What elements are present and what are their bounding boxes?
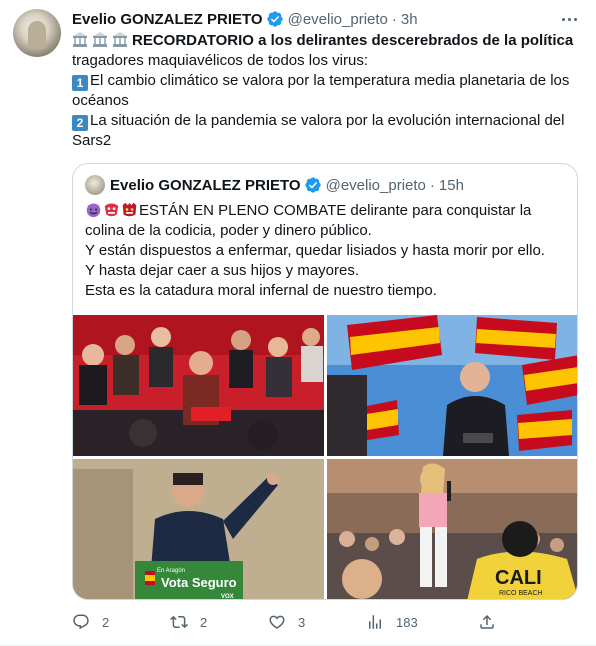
photo-crowd-stage[interactable]: CALI RICO BEACH bbox=[327, 459, 577, 599]
separator: · bbox=[429, 176, 435, 194]
verified-badge-icon bbox=[266, 11, 283, 27]
quoted-text: ESTÁN EN PLENO COMBATE delirante para co… bbox=[85, 201, 565, 301]
share-icon bbox=[480, 614, 494, 629]
classical-building-icon bbox=[93, 32, 107, 47]
quoted-header: Evelio GONZALEZ PRIETO @evelio_prieto · … bbox=[85, 175, 464, 195]
share-button[interactable] bbox=[478, 612, 508, 632]
retweet-count: 2 bbox=[200, 614, 208, 630]
photo-grid: En Aragón Vota Seguro VOX CALI RICO BEAC… bbox=[73, 315, 577, 600]
tweet-header: Evelio GONZALEZ PRIETO @evelio_prieto · … bbox=[72, 9, 418, 29]
smiling-devil-icon bbox=[86, 203, 101, 218]
keycap-1-icon: 1 bbox=[72, 75, 88, 91]
retweet-icon bbox=[170, 615, 188, 629]
classical-building-icon bbox=[113, 32, 127, 47]
reply-button[interactable]: 2 bbox=[72, 612, 109, 632]
more-options-icon[interactable] bbox=[558, 9, 580, 29]
classical-building-icon bbox=[73, 32, 87, 47]
keycap-2-icon: 2 bbox=[72, 115, 88, 131]
tweet[interactable]: Evelio GONZALEZ PRIETO @evelio_prieto · … bbox=[0, 0, 596, 646]
photo-vox-speaker[interactable]: En Aragón Vota Seguro VOX bbox=[73, 459, 324, 600]
ogre-mask-icon bbox=[122, 202, 137, 217]
views-count: 183 bbox=[396, 614, 418, 630]
tweet-line-1: RECORDATORIO a los delirantes descerebra… bbox=[72, 31, 582, 51]
vox-sign-brand: VOX bbox=[221, 594, 234, 600]
author-avatar[interactable] bbox=[13, 9, 61, 57]
tweet-item-1-text: El cambio climático se valora por la tem… bbox=[72, 72, 570, 109]
separator: · bbox=[391, 10, 397, 28]
shirt-sub: RICO BEACH bbox=[499, 590, 543, 597]
shirt-text: CALI bbox=[495, 567, 542, 589]
goblin-mask-icon bbox=[104, 203, 119, 217]
tweet-item-2-text: La situación de la pandemia se valora po… bbox=[72, 112, 565, 149]
quoted-line-1-text: ESTÁN EN PLENO COMBATE delirante para co… bbox=[85, 202, 532, 239]
vox-sign-small: En Aragón bbox=[157, 568, 185, 574]
views-chart-icon bbox=[369, 615, 381, 629]
photo-flags-speaker[interactable] bbox=[327, 315, 577, 456]
quoted-author-name: Evelio GONZALEZ PRIETO bbox=[110, 176, 301, 194]
views-button[interactable]: 183 bbox=[366, 612, 418, 632]
quoted-line-4: Esta es la catadura moral infernal de nu… bbox=[85, 282, 437, 299]
author-handle[interactable]: @evelio_prieto bbox=[288, 11, 388, 28]
vox-sign-big: Vota Seguro bbox=[161, 575, 237, 590]
like-count: 3 bbox=[298, 614, 306, 630]
tweet-item-1: 1 El cambio climático se valora por la te… bbox=[72, 71, 582, 111]
tweet-item-2: 2 La situación de la pandemia se valora p… bbox=[72, 111, 582, 151]
heart-icon bbox=[269, 615, 285, 629]
quoted-handle: @evelio_prieto bbox=[325, 176, 426, 194]
quoted-tweet[interactable]: Evelio GONZALEZ PRIETO @evelio_prieto · … bbox=[72, 163, 578, 600]
reply-icon bbox=[73, 614, 89, 630]
quoted-avatar bbox=[85, 175, 105, 195]
photo-rally-red[interactable] bbox=[73, 315, 324, 456]
quoted-line-3: Y hasta dejar caer a sus hijos y mayores… bbox=[85, 262, 360, 279]
verified-badge-icon bbox=[304, 177, 321, 193]
retweet-button[interactable]: 2 bbox=[170, 612, 207, 632]
tweet-line-2: tragadores maquiavélicos de todos los vi… bbox=[72, 52, 368, 69]
tweet-title: RECORDATORIO a los delirantes descerebra… bbox=[132, 32, 574, 49]
quoted-line-1: ESTÁN EN PLENO COMBATE delirante para co… bbox=[85, 201, 565, 241]
timestamp[interactable]: 3h bbox=[401, 11, 418, 28]
tweet-text: RECORDATORIO a los delirantes descerebra… bbox=[72, 31, 582, 151]
quoted-timestamp: 15h bbox=[438, 176, 464, 194]
action-bar: 2 2 3 183 bbox=[72, 612, 502, 632]
like-button[interactable]: 3 bbox=[268, 612, 305, 632]
author-name[interactable]: Evelio GONZALEZ PRIETO bbox=[72, 11, 263, 28]
reply-count: 2 bbox=[102, 614, 110, 630]
quoted-line-2: Y están dispuestos a enfermar, quedar li… bbox=[85, 242, 545, 259]
